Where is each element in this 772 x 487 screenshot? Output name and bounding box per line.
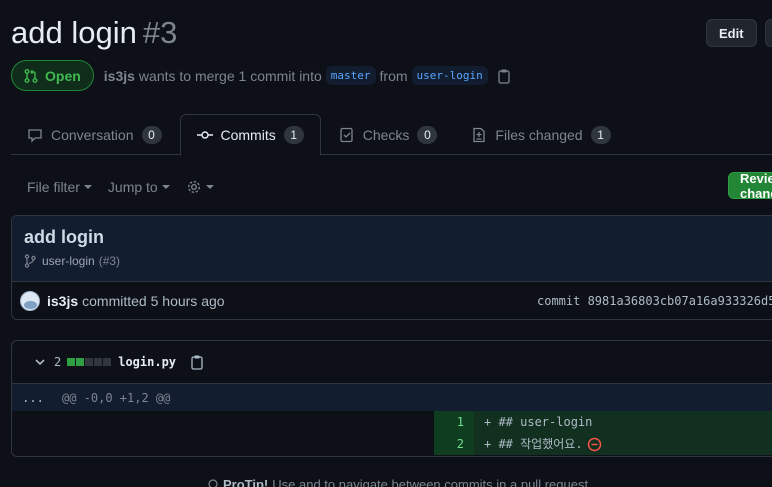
checklist-icon	[340, 127, 353, 142]
base-branch[interactable]: master	[325, 66, 376, 85]
copy-icon[interactable]	[497, 68, 511, 84]
commit-author[interactable]: is3js	[47, 293, 78, 309]
settings-dropdown[interactable]	[186, 179, 214, 195]
diff-left-empty	[12, 433, 434, 455]
comment-icon	[28, 128, 42, 143]
file-diff: 2 login.py ... @@ -0,0 +1,2 @@ 1 + ## us…	[11, 340, 772, 457]
status-badge: Open	[11, 60, 94, 91]
edit-button[interactable]: Edit	[706, 19, 757, 47]
status-label: Open	[45, 67, 81, 84]
branch-icon	[24, 254, 36, 268]
file-header: 2 login.py	[12, 341, 772, 384]
chevron-down-icon	[83, 185, 92, 189]
diffstat	[67, 358, 112, 366]
pr-tabs: Conversation 0 Commits 1 Checks 0 Files …	[11, 114, 772, 156]
tab-files-changed[interactable]: Files changed 1	[455, 114, 626, 155]
review-changes-button[interactable]: Review changes	[728, 172, 772, 199]
pr-author-link[interactable]: is3js	[104, 68, 135, 84]
header-actions: Edit	[706, 19, 772, 47]
line-code: + ## 작업했어요.	[474, 433, 772, 455]
commit-footer: is3js committed 5 hours ago commit 8981a…	[12, 282, 772, 319]
lightbulb-icon	[208, 478, 218, 487]
file-filter-dropdown[interactable]: File filter	[27, 179, 92, 195]
pull-request-icon	[24, 68, 38, 83]
code-button[interactable]	[764, 19, 772, 47]
pr-state-row: Open is3js wants to merge 1 commit into …	[11, 60, 511, 91]
commit-icon	[196, 131, 213, 139]
pr-meta: is3js wants to merge 1 commit into maste…	[104, 66, 511, 85]
tab-conversation[interactable]: Conversation 0	[11, 114, 178, 155]
head-branch[interactable]: user-login	[411, 66, 488, 85]
chevron-down-icon[interactable]	[34, 356, 46, 368]
from-text: from	[379, 67, 408, 84]
avatar[interactable]	[20, 291, 40, 311]
protip-text: Use and to navigate between commits in a…	[272, 477, 592, 487]
commit-header: add login user-login (#3)	[12, 216, 772, 282]
expand-button[interactable]: ...	[12, 391, 54, 405]
files-toolbar: File filter Jump to	[27, 176, 214, 198]
file-filter-label: File filter	[27, 179, 80, 195]
hunk-text: @@ -0,0 +1,2 @@	[62, 390, 171, 405]
file-name[interactable]: login.py	[118, 355, 176, 369]
line-number[interactable]: 1	[434, 411, 474, 433]
merge-text: wants to merge 1 commit into	[138, 67, 322, 84]
copy-icon[interactable]	[190, 354, 204, 370]
jump-to-dropdown[interactable]: Jump to	[108, 179, 170, 195]
commit-title[interactable]: add login	[24, 227, 772, 248]
tab-checks[interactable]: Checks 0	[323, 114, 454, 155]
diffstat-block-neutral	[85, 358, 94, 366]
commit-time: committed 5 hours ago	[82, 293, 225, 309]
commit-sha[interactable]: commit 8981a36803cb07a16a933326d5d33	[537, 294, 772, 308]
file-diff-icon	[473, 127, 486, 142]
pr-number: #3	[142, 15, 178, 50]
commit-pr-ref[interactable]: (#3)	[99, 254, 120, 268]
diffstat-block-added	[76, 358, 85, 366]
no-entry-icon	[587, 437, 602, 452]
diff-line: 2 + ## 작업했어요.	[12, 433, 772, 455]
jump-to-label: Jump to	[107, 179, 158, 195]
line-text: + ## 작업했어요.	[484, 437, 583, 451]
diffstat-block-added	[67, 358, 76, 366]
pr-title: add login #3	[11, 14, 177, 52]
tab-counter: 0	[417, 125, 438, 144]
commit-card: add login user-login (#3) is3js committe…	[11, 215, 772, 320]
diffstat-block-neutral	[103, 358, 112, 366]
protip: ProTip! Use and to navigate between comm…	[207, 477, 592, 487]
tab-counter: 1	[590, 125, 611, 144]
tab-commits[interactable]: Commits 1	[179, 114, 321, 156]
tab-label: Checks	[362, 126, 410, 143]
tab-label: Commits	[220, 127, 276, 143]
hunk-header: ... @@ -0,0 +1,2 @@	[12, 384, 772, 411]
line-number[interactable]: 2	[434, 433, 474, 455]
commit-branch-name[interactable]: user-login	[42, 254, 95, 268]
line-code: + ## user-login	[474, 411, 772, 433]
tab-label: Files changed	[495, 126, 583, 143]
chevron-down-icon	[205, 185, 214, 189]
pr-title-text: add login	[11, 15, 137, 50]
diff-left-empty	[12, 411, 434, 433]
line-text: + ## user-login	[484, 415, 593, 429]
file-change-count: 2	[54, 355, 62, 369]
diff-line: 1 + ## user-login	[12, 411, 772, 433]
protip-label: ProTip!	[223, 477, 269, 487]
gear-icon	[187, 180, 200, 194]
tab-counter: 1	[283, 126, 304, 144]
tab-counter: 0	[141, 125, 162, 144]
commit-branch-row: user-login (#3)	[24, 254, 772, 268]
diffstat-block-neutral	[94, 358, 103, 366]
chevron-down-icon	[161, 185, 170, 189]
tab-label: Conversation	[51, 126, 134, 143]
